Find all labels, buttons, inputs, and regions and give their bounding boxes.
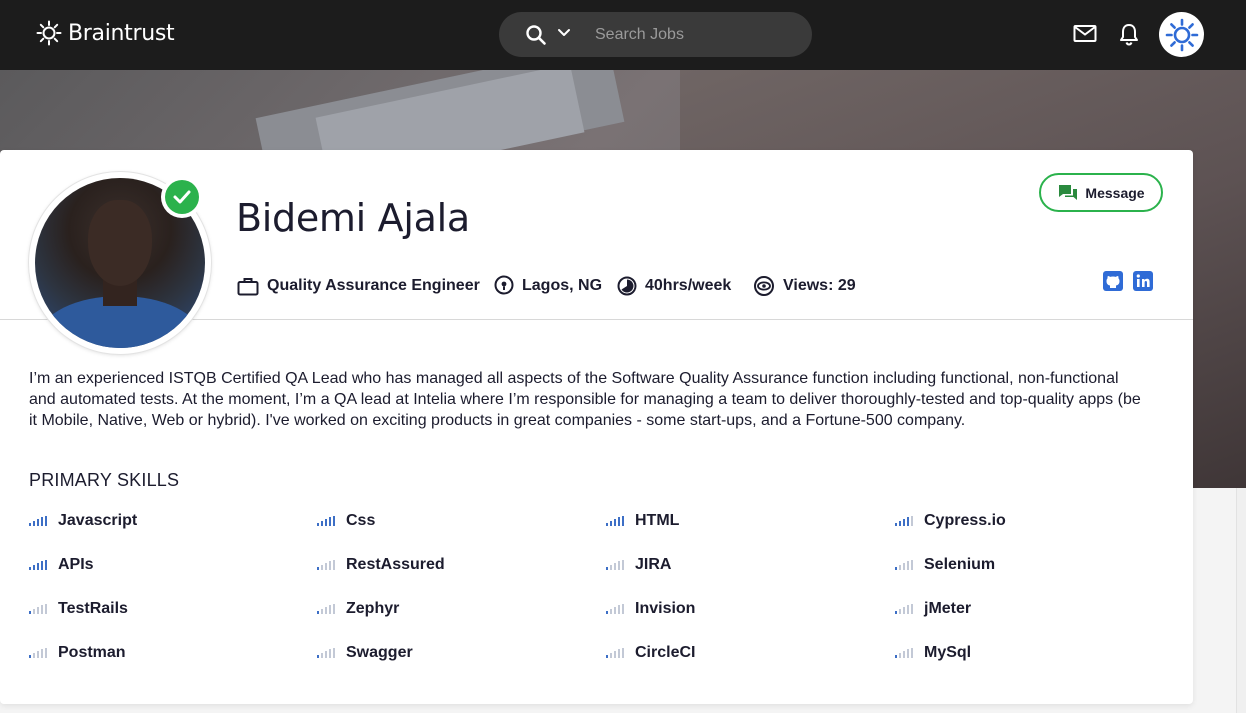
skill-item: Javascript xyxy=(29,512,137,530)
skill-level-icon xyxy=(317,604,335,614)
skill-item: Swagger xyxy=(317,644,413,662)
skill-level-icon xyxy=(317,648,335,658)
skill-item: APIs xyxy=(29,556,94,574)
message-button-label: Message xyxy=(1085,184,1145,201)
clock-icon xyxy=(617,276,637,296)
skill-level-icon xyxy=(29,516,47,526)
user-avatar-button[interactable] xyxy=(1159,12,1204,57)
skill-item: Postman xyxy=(29,644,126,662)
sun-gear-icon xyxy=(36,20,62,46)
skill-label: Postman xyxy=(58,644,126,661)
location-pin-icon xyxy=(494,275,514,295)
skill-label: Css xyxy=(346,512,376,529)
brand-logo[interactable]: Braintrust xyxy=(36,20,175,46)
skill-level-icon xyxy=(606,604,624,614)
skill-item: Selenium xyxy=(895,556,995,574)
availability-text: 40hrs/week xyxy=(645,277,732,294)
check-icon xyxy=(173,190,191,204)
skill-item: HTML xyxy=(606,512,679,530)
skill-label: APIs xyxy=(58,556,94,573)
linkedin-icon[interactable] xyxy=(1133,271,1153,291)
skill-label: Swagger xyxy=(346,644,413,661)
skill-label: Javascript xyxy=(58,512,138,529)
skill-label: Invision xyxy=(635,600,696,617)
role-info: Quality Assurance Engineer xyxy=(237,273,480,299)
skill-label: TestRails xyxy=(58,600,128,617)
location-info: Lagos, NG xyxy=(494,273,602,299)
chevron-down-icon[interactable] xyxy=(557,28,571,38)
skill-level-icon xyxy=(29,604,47,614)
skill-label: Selenium xyxy=(924,556,996,573)
skill-item: Cypress.io xyxy=(895,512,1006,530)
availability-info: 40hrs/week xyxy=(617,273,731,299)
search-input[interactable] xyxy=(595,24,795,46)
briefcase-icon xyxy=(237,277,259,295)
views-text: Views: 29 xyxy=(783,277,856,294)
skill-level-icon xyxy=(606,560,624,570)
skill-level-icon xyxy=(606,648,624,658)
skill-label: CircleCI xyxy=(635,644,696,661)
skill-label: RestAssured xyxy=(346,556,445,573)
profile-bio: I’m an experienced ISTQB Certified QA Le… xyxy=(29,370,1141,429)
skill-level-icon xyxy=(29,648,47,658)
skill-label: JIRA xyxy=(635,556,672,573)
message-button[interactable]: Message xyxy=(1039,173,1163,212)
profile-name: Bidemi Ajala xyxy=(236,196,470,240)
skill-label: jMeter xyxy=(924,600,972,617)
skill-label: Zephyr xyxy=(346,600,400,617)
avatar-logo-icon xyxy=(1165,18,1198,51)
skill-item: CircleCI xyxy=(606,644,695,662)
skill-level-icon xyxy=(317,560,335,570)
skill-level-icon xyxy=(606,516,624,526)
eye-icon xyxy=(754,276,774,296)
skill-level-icon xyxy=(895,604,913,614)
role-text: Quality Assurance Engineer xyxy=(267,277,480,294)
page-scrollbar[interactable] xyxy=(1236,488,1246,713)
skill-level-icon xyxy=(317,516,335,526)
verified-badge xyxy=(161,176,203,218)
skill-level-icon xyxy=(895,516,913,526)
views-info: Views: 29 xyxy=(753,273,856,299)
skill-item: TestRails xyxy=(29,600,128,618)
brand-name: Braintrust xyxy=(68,20,175,46)
skill-label: MySql xyxy=(924,644,972,661)
skill-item: RestAssured xyxy=(317,556,445,574)
mail-icon[interactable] xyxy=(1073,24,1097,44)
skill-item: jMeter xyxy=(895,600,971,618)
skill-level-icon xyxy=(895,648,913,658)
skill-item: Css xyxy=(317,512,375,530)
skill-item: JIRA xyxy=(606,556,671,574)
search-bar xyxy=(499,12,812,57)
github-icon[interactable] xyxy=(1103,271,1123,291)
skills-heading: PRIMARY SKILLS xyxy=(29,470,180,490)
skill-item: Zephyr xyxy=(317,600,399,618)
search-icon[interactable] xyxy=(525,24,547,46)
skill-label: HTML xyxy=(635,512,680,529)
top-navigation-bar: Braintrust xyxy=(0,0,1246,70)
skill-item: MySql xyxy=(895,644,971,662)
skill-level-icon xyxy=(895,560,913,570)
location-text: Lagos, NG xyxy=(522,277,603,294)
skill-item: Invision xyxy=(606,600,695,618)
skill-label: Cypress.io xyxy=(924,512,1006,529)
skill-level-icon xyxy=(29,560,47,570)
bell-icon[interactable] xyxy=(1118,22,1140,46)
chat-icon xyxy=(1059,184,1078,200)
